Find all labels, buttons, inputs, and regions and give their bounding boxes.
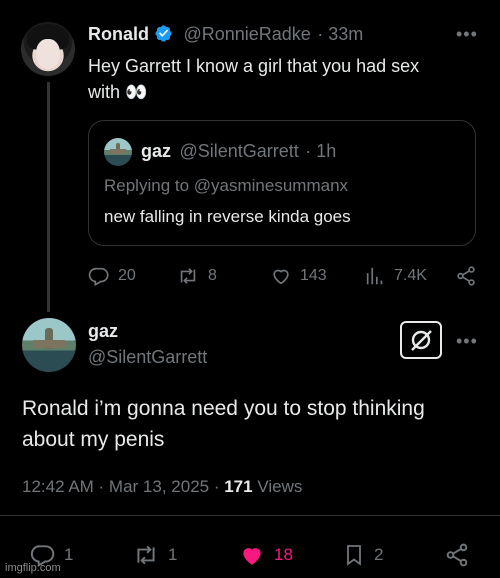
author-handle[interactable]: @RonnieRadke (183, 24, 310, 44)
divider (0, 515, 500, 516)
share-icon (457, 266, 475, 286)
parent-tweet-text: Hey Garrett I know a girl that you had s… (88, 56, 420, 102)
reply-meta: 12:42 AM · Mar 13, 2025 · 171 Views (22, 477, 302, 497)
reply-views-count: 171 (224, 477, 253, 496)
like-button[interactable]: 143 (270, 265, 327, 287)
share-button[interactable] (455, 265, 477, 287)
retweet-button[interactable]: 8 (176, 265, 217, 287)
share-icon (446, 543, 468, 567)
grok-button[interactable] (400, 321, 442, 359)
views-count: 7.4K (394, 267, 427, 284)
reply-more-options-icon[interactable]: ••• (456, 331, 478, 352)
replying-to-label: Replying to @yasminesummanx (104, 176, 349, 195)
retweet-count: 8 (208, 267, 217, 284)
heart-filled-icon (243, 548, 261, 565)
ronald-avatar[interactable] (21, 22, 75, 76)
reply-timestamp[interactable]: 12:42 AM · Mar 13, 2025 · (22, 477, 224, 496)
thread-connector-line (47, 82, 50, 312)
more-options-icon[interactable]: ••• (456, 24, 478, 45)
reply-retweet-button[interactable]: 1 (132, 542, 177, 568)
reply-reply-count: 1 (64, 545, 74, 564)
views-icon (366, 267, 383, 285)
reply-views-label: Views (252, 477, 303, 496)
quoted-author-handle: @SilentGarrett (179, 141, 299, 161)
grok-icon (411, 330, 432, 351)
retweet-icon (137, 545, 155, 565)
imgflip-watermark: imgflip.com (5, 562, 61, 574)
reply-button[interactable]: 20 (88, 265, 136, 287)
reply-retweet-count: 1 (168, 545, 178, 564)
bookmark-count: 2 (374, 545, 384, 564)
quoted-tweet-text: new falling in reverse kinda goes (104, 207, 351, 226)
reply-count: 20 (118, 267, 136, 284)
gaz-avatar-small (104, 138, 132, 166)
bookmark-icon (347, 545, 361, 566)
heart-icon (273, 269, 289, 285)
retweet-icon (180, 268, 196, 284)
reply-like-count: 18 (274, 545, 293, 564)
reply-share-button[interactable] (444, 542, 470, 568)
verified-badge-icon (155, 25, 172, 42)
bookmark-button[interactable]: 2 (342, 542, 383, 568)
parent-tweet-header: Ronald @RonnieRadke · 33m (88, 24, 363, 45)
views-button[interactable]: 7.4K (364, 265, 427, 287)
reply-icon (88, 267, 109, 287)
quoted-author-name: gaz (141, 141, 172, 161)
author-name[interactable]: Ronald (88, 24, 149, 44)
quoted-tweet-header: gaz @SilentGarrett · 1h (141, 141, 336, 162)
reply-author-handle[interactable]: @SilentGarrett (88, 347, 207, 368)
reply-tweet-text: Ronald i’m gonna need you to stop thinki… (22, 397, 425, 451)
tweet-time[interactable]: · 33m (317, 24, 363, 44)
like-count: 143 (300, 267, 327, 284)
reply-author-name[interactable]: gaz (88, 321, 118, 342)
gaz-avatar[interactable] (22, 318, 76, 372)
reply-like-button[interactable]: 18 (238, 542, 293, 568)
quoted-tweet-time: · 1h (305, 141, 337, 161)
